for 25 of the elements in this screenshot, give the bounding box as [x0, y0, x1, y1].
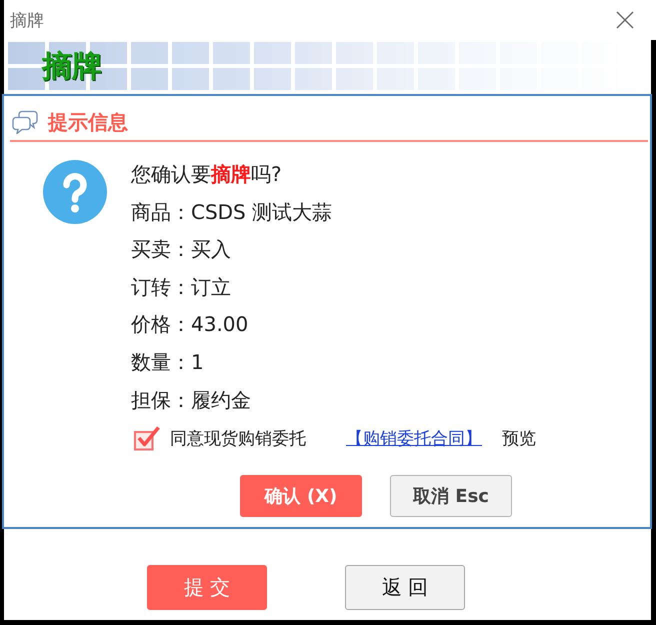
field-value: 履约金 [191, 388, 251, 412]
window-title: 摘牌 [10, 10, 44, 32]
chat-icon [12, 110, 38, 134]
back-button[interactable]: 返 回 [345, 565, 465, 610]
agreement-label: 同意现货购销委托 [170, 428, 306, 450]
dialog-title: 提示信息 [48, 110, 128, 134]
question-text: 您确认要摘牌吗? [131, 161, 283, 188]
banner-title: 摘牌 [42, 48, 102, 84]
contract-link[interactable]: 【购销委托合同】 [346, 426, 482, 450]
field-label: 担保： [131, 388, 191, 412]
cancel-button[interactable]: 取消 Esc [390, 475, 512, 518]
field-label: 订转： [131, 274, 191, 299]
question-icon [43, 160, 107, 224]
field-value: CSDS 测试大蒜 [191, 200, 332, 224]
field-value: 订立 [191, 274, 231, 299]
field-value: 43.00 [191, 312, 248, 336]
field-label: 买卖： [131, 237, 191, 262]
checkbox[interactable] [134, 425, 160, 452]
field-label: 数量： [131, 350, 191, 374]
close-icon[interactable] [616, 11, 634, 29]
field-value: 1 [191, 350, 204, 374]
preview-text: 预览 [502, 428, 536, 450]
field-label: 价格： [131, 312, 191, 336]
field-value: 买入 [191, 237, 231, 262]
field-label: 商品： [131, 200, 191, 224]
